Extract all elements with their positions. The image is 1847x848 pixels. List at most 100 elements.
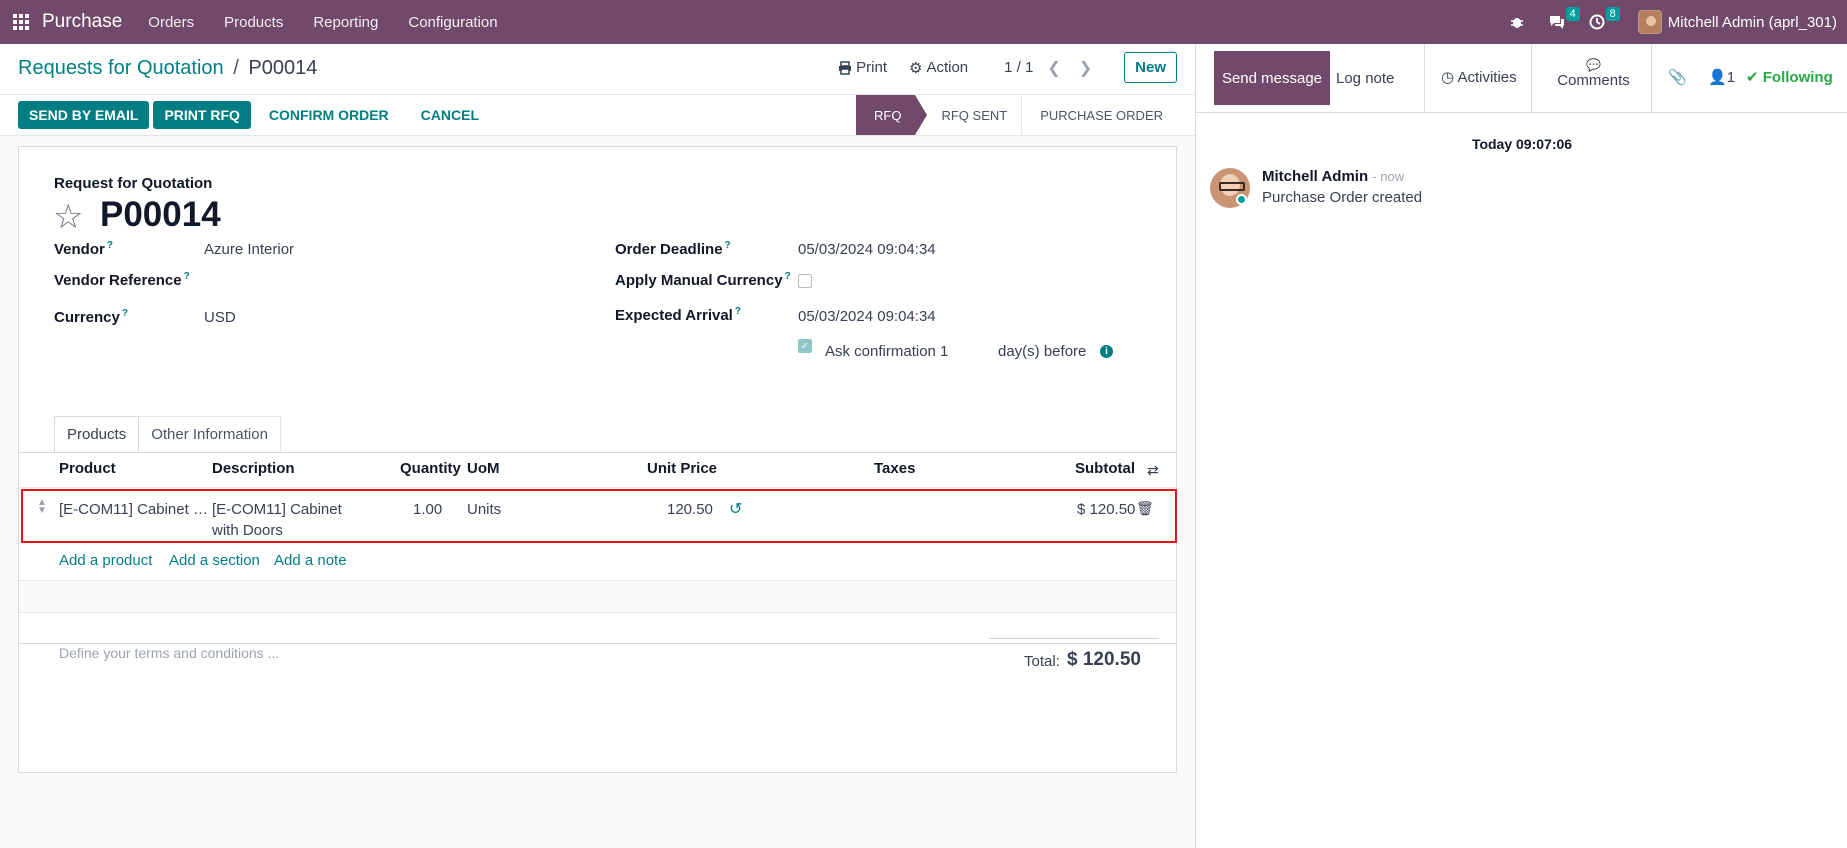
help-icon: ?	[121, 308, 128, 319]
pager-previous-icon[interactable]: ❮	[1047, 58, 1060, 78]
breadcrumb-separator: /	[233, 57, 239, 79]
breadcrumb-parent[interactable]: Requests for Quotation	[18, 57, 224, 79]
user-name: Mitchell Admin (aprl_301)	[1667, 13, 1837, 31]
column-header-uom[interactable]: UoM	[467, 460, 500, 477]
comment-icon: 💬	[1586, 58, 1601, 72]
confirm-order-button[interactable]: CONFIRM ORDER	[255, 101, 403, 129]
add-section-link[interactable]: Add a section	[169, 552, 260, 569]
ask-confirmation-checkbox[interactable]: ✓	[798, 339, 812, 353]
delete-line-icon[interactable]: 🗑	[1136, 500, 1154, 517]
log-note-button[interactable]: Log note	[1336, 70, 1394, 87]
gear-icon: ⚙	[909, 59, 923, 77]
stage-purchase-order[interactable]: PURCHASE ORDER	[1021, 95, 1177, 135]
column-header-quantity[interactable]: Quantity	[400, 460, 461, 477]
top-navbar: Purchase Orders Products Reporting Confi…	[0, 0, 1847, 44]
send-message-button[interactable]: Send message	[1214, 51, 1330, 105]
send-by-email-button[interactable]: SEND BY EMAIL	[18, 101, 150, 129]
vendor-field[interactable]: Azure Interior	[204, 241, 294, 258]
attachments-paperclip-icon[interactable]: 📎	[1668, 68, 1687, 86]
vendor-reference-field[interactable]	[204, 271, 504, 291]
messages-icon[interactable]: 4	[1546, 7, 1580, 33]
order-deadline-field[interactable]: 05/03/2024 09:04:34	[798, 241, 936, 258]
ask-confirmation-label: Ask confirmation	[825, 343, 936, 360]
ask-confirmation-days-input[interactable]: 1	[940, 343, 948, 360]
row-divider	[19, 612, 1176, 613]
divider	[1531, 44, 1532, 113]
pager-value[interactable]: 1 / 1	[1004, 59, 1033, 76]
followers-button[interactable]: 👤1	[1708, 68, 1735, 86]
new-button[interactable]: New	[1124, 52, 1177, 83]
days-before-label: day(s) before	[998, 343, 1087, 360]
activities-clock-icon[interactable]: 8	[1586, 7, 1620, 33]
breadcrumb: Requests for Quotation / P00014	[18, 57, 317, 80]
column-header-product[interactable]: Product	[59, 460, 116, 477]
expected-arrival-field[interactable]: 05/03/2024 09:04:34	[798, 308, 936, 325]
header-divider	[19, 487, 1176, 488]
print-menu-button[interactable]: Print	[832, 59, 893, 76]
pager-next-icon[interactable]: ❯	[1079, 58, 1092, 78]
user-menu[interactable]: Mitchell Admin (aprl_301)	[1637, 10, 1837, 34]
notebook-tabs: Products Other Information	[54, 416, 281, 452]
reset-price-icon[interactable]: ↺	[729, 499, 742, 519]
app-brand[interactable]: Purchase	[42, 11, 122, 33]
currency-field[interactable]: USD	[204, 309, 236, 326]
expected-arrival-label: Expected Arrival?	[615, 306, 741, 324]
help-icon: ?	[734, 306, 741, 317]
add-note-link[interactable]: Add a note	[274, 552, 347, 569]
line-product[interactable]: [E-COM11] Cabinet …	[59, 499, 208, 520]
menu-reporting[interactable]: Reporting	[313, 14, 378, 31]
priority-star-icon[interactable]: ☆	[53, 197, 83, 237]
print-rfq-button[interactable]: PRINT RFQ	[153, 101, 251, 129]
action-menu-button[interactable]: ⚙ Action	[903, 59, 974, 77]
line-uom[interactable]: Units	[467, 499, 501, 520]
tab-other-information[interactable]: Other Information	[139, 416, 281, 452]
order-deadline-label: Order Deadline?	[615, 240, 731, 258]
divider	[1424, 44, 1425, 113]
line-description-1[interactable]: [E-COM11] Cabinet	[212, 499, 342, 520]
tab-products[interactable]: Products	[54, 416, 140, 452]
apps-menu-icon[interactable]	[0, 0, 42, 44]
total-label: Total:	[1024, 653, 1060, 670]
message-author[interactable]: Mitchell Admin - now	[1262, 168, 1404, 185]
user-icon: 👤	[1708, 69, 1727, 86]
stage-rfq[interactable]: RFQ	[856, 95, 929, 135]
help-icon: ?	[784, 271, 791, 282]
line-quantity[interactable]: 1.00	[413, 499, 442, 520]
column-header-unit-price[interactable]: Unit Price	[647, 460, 717, 477]
comments-button[interactable]: 💬 Comments	[1551, 58, 1636, 89]
apply-manual-currency-checkbox[interactable]	[798, 274, 812, 288]
control-panel: Requests for Quotation / P00014 Print ⚙ …	[0, 44, 1195, 94]
help-icon: ?	[106, 240, 113, 251]
activities-button[interactable]: ◷ Activities	[1441, 68, 1517, 86]
following-button[interactable]: ✔ Following	[1746, 68, 1833, 86]
line-description-2[interactable]: with Doors	[212, 520, 283, 541]
user-avatar	[1637, 10, 1662, 34]
drag-handle-icon[interactable]: ▲ ▼	[37, 498, 47, 516]
menu-products[interactable]: Products	[224, 14, 283, 31]
menu-orders[interactable]: Orders	[148, 14, 194, 31]
stage-rfq-sent[interactable]: RFQ SENT	[915, 95, 1021, 135]
info-icon[interactable]: i	[1100, 345, 1113, 358]
divider	[1651, 44, 1652, 113]
cancel-button[interactable]: CANCEL	[407, 101, 493, 129]
breadcrumb-current: P00014	[248, 57, 318, 79]
clock-icon: ◷	[1441, 69, 1455, 86]
column-header-subtotal[interactable]: Subtotal	[1075, 460, 1135, 477]
total-amount: $ 120.50	[1067, 649, 1141, 670]
menu-configuration[interactable]: Configuration	[408, 14, 497, 31]
tab-divider	[19, 452, 1176, 453]
action-label: Action	[926, 59, 969, 76]
add-product-link[interactable]: Add a product	[59, 552, 152, 569]
help-icon: ?	[183, 271, 190, 282]
line-unit-price[interactable]: 120.50	[667, 499, 713, 520]
terms-conditions-field[interactable]: Define your terms and conditions ...	[59, 645, 279, 661]
optional-columns-icon[interactable]: ⇄	[1147, 462, 1159, 479]
status-bar: SEND BY EMAIL PRINT RFQ CONFIRM ORDER CA…	[0, 94, 1195, 136]
column-header-taxes[interactable]: Taxes	[874, 460, 915, 477]
column-header-description[interactable]: Description	[212, 460, 295, 477]
document-type-label: Request for Quotation	[54, 175, 213, 192]
table-bottom-divider	[19, 643, 1176, 644]
debug-bug-icon[interactable]	[1506, 11, 1528, 33]
document-name: P00014	[100, 195, 221, 234]
online-status-icon	[1236, 194, 1247, 205]
